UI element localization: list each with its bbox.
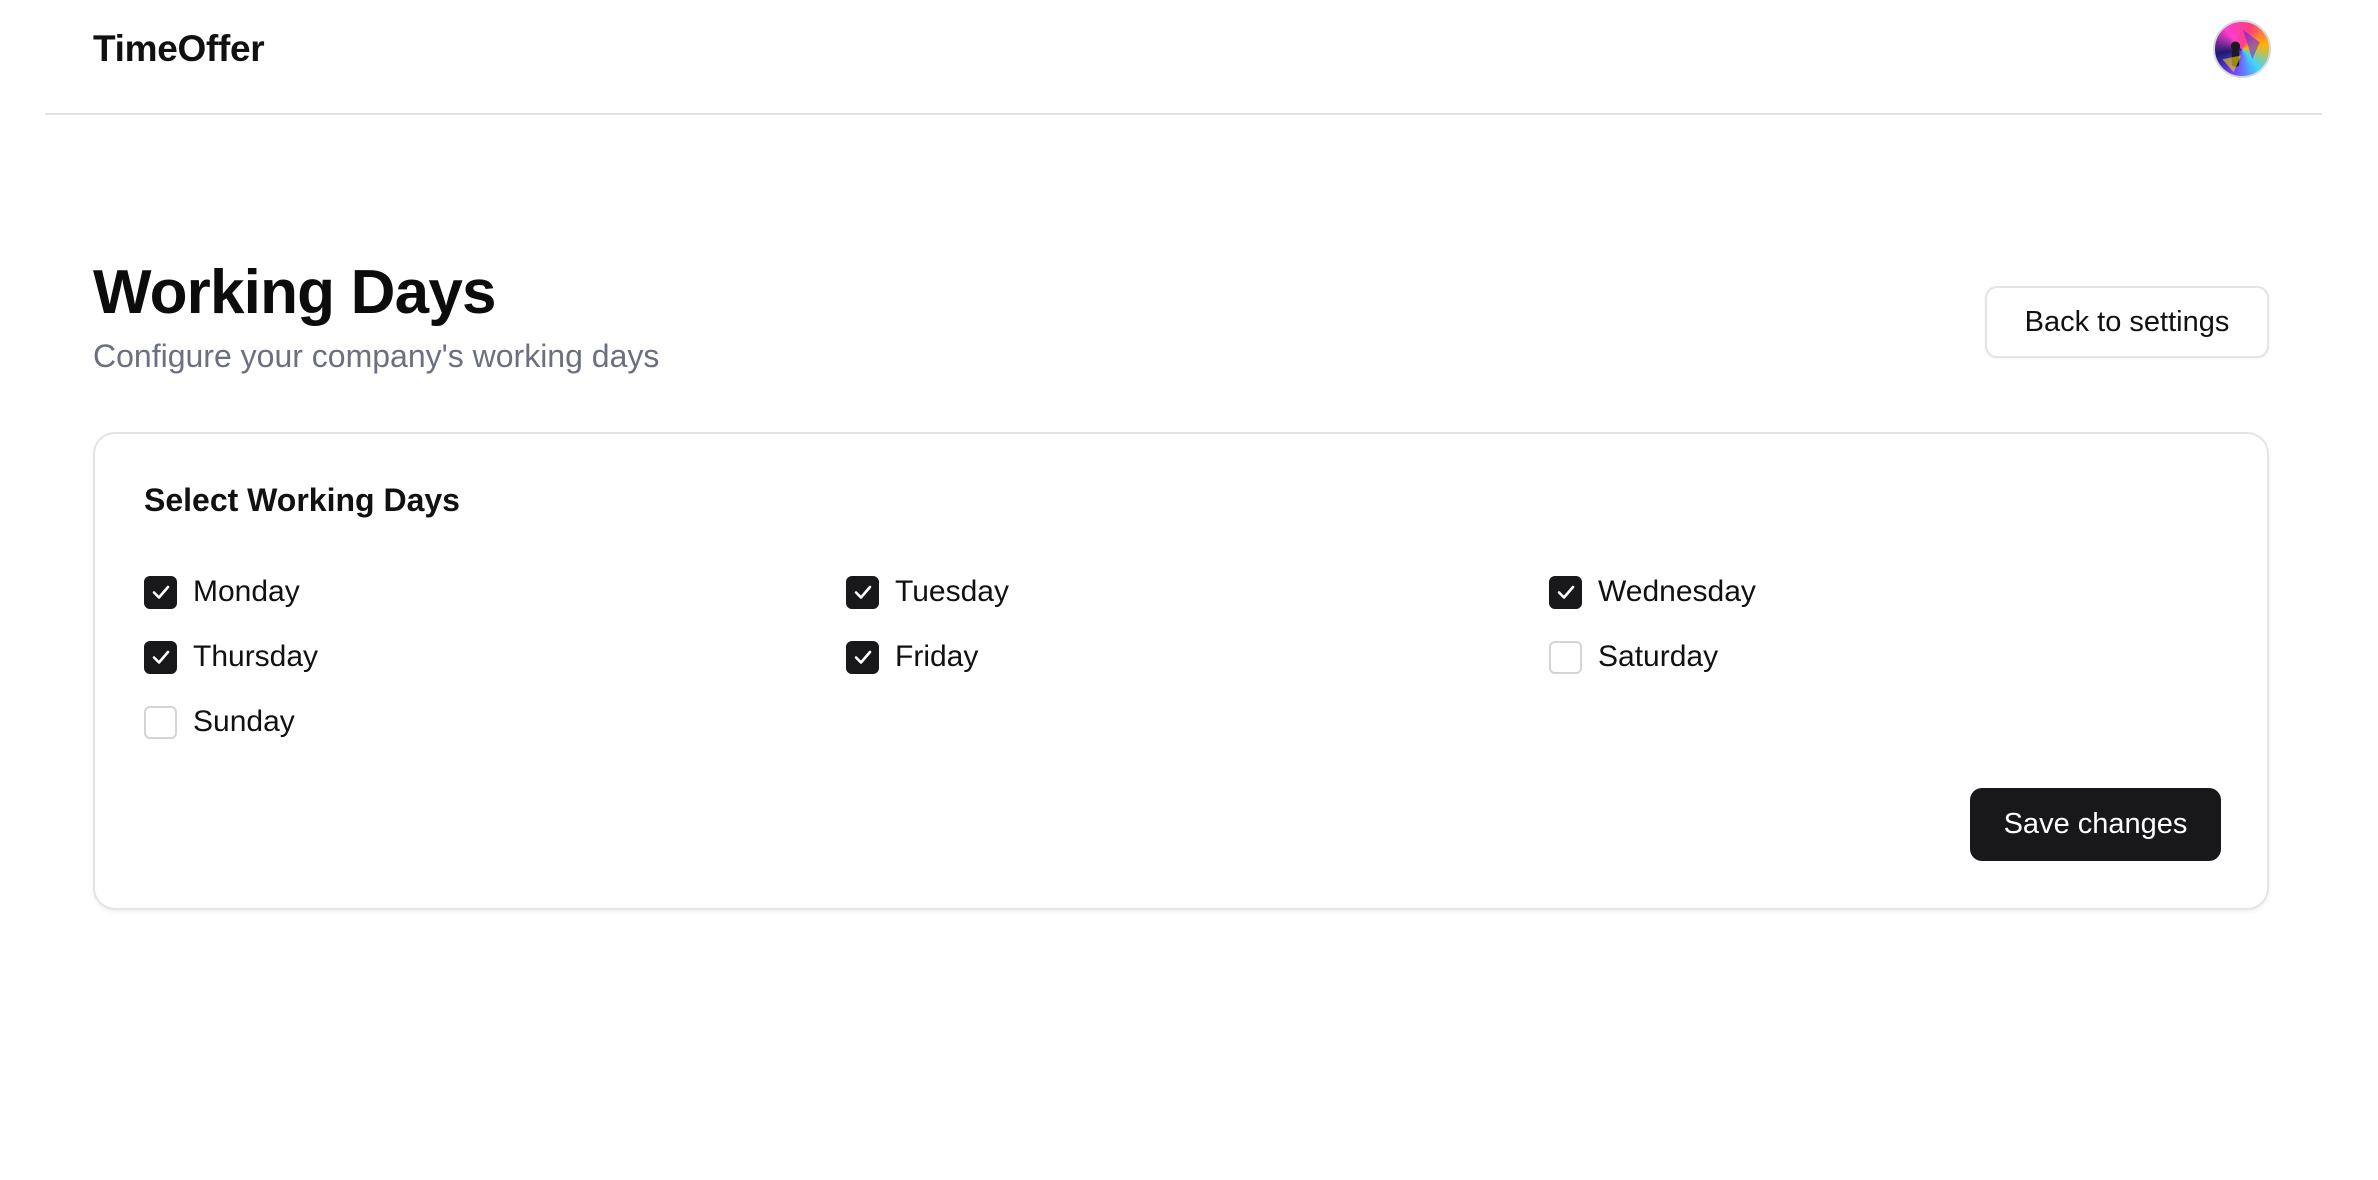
day-label-saturday: Saturday [1598, 640, 1719, 673]
day-option-wednesday[interactable]: Wednesday [1549, 574, 1756, 610]
day-option-tuesday[interactable]: Tuesday [846, 574, 1009, 610]
day-option-thursday[interactable]: Thursday [144, 639, 318, 675]
checkmark-icon [152, 650, 169, 664]
checkmark-icon [152, 585, 169, 599]
checkbox-thursday[interactable] [144, 640, 177, 674]
checkbox-tuesday[interactable] [846, 575, 879, 609]
day-option-sunday[interactable]: Sunday [144, 704, 295, 740]
page-subtitle: Configure your company's working days [93, 338, 660, 374]
day-option-monday[interactable]: Monday [144, 574, 300, 610]
avatar-image-icon [2222, 29, 2260, 73]
app-logo-text[interactable]: TimeOffer [93, 28, 265, 70]
checkbox-friday[interactable] [846, 640, 879, 674]
checkbox-wednesday[interactable] [1549, 575, 1582, 609]
day-label-monday: Monday [193, 575, 300, 608]
top-navigation-bar: TimeOffer [45, 0, 2322, 115]
working-days-card: Select Working Days Monday Tuesday Wedne… [93, 432, 2269, 910]
card-title: Select Working Days [144, 482, 460, 518]
day-label-sunday: Sunday [193, 705, 295, 738]
user-avatar[interactable] [2213, 20, 2271, 78]
day-option-friday[interactable]: Friday [846, 639, 978, 675]
day-label-wednesday: Wednesday [1598, 575, 1756, 608]
day-option-saturday[interactable]: Saturday [1549, 639, 1718, 675]
checkbox-sunday[interactable] [144, 705, 177, 739]
checkbox-saturday[interactable] [1549, 640, 1582, 674]
page-title: Working Days [93, 258, 497, 327]
checkmark-icon [854, 585, 871, 599]
checkbox-monday[interactable] [144, 575, 177, 609]
checkmark-icon [854, 650, 871, 664]
save-changes-button[interactable]: Save changes [1970, 788, 2221, 861]
day-label-friday: Friday [895, 640, 979, 673]
day-label-tuesday: Tuesday [895, 575, 1009, 608]
back-to-settings-button[interactable]: Back to settings [1985, 286, 2269, 358]
checkmark-icon [1557, 585, 1574, 599]
day-label-thursday: Thursday [193, 640, 319, 673]
